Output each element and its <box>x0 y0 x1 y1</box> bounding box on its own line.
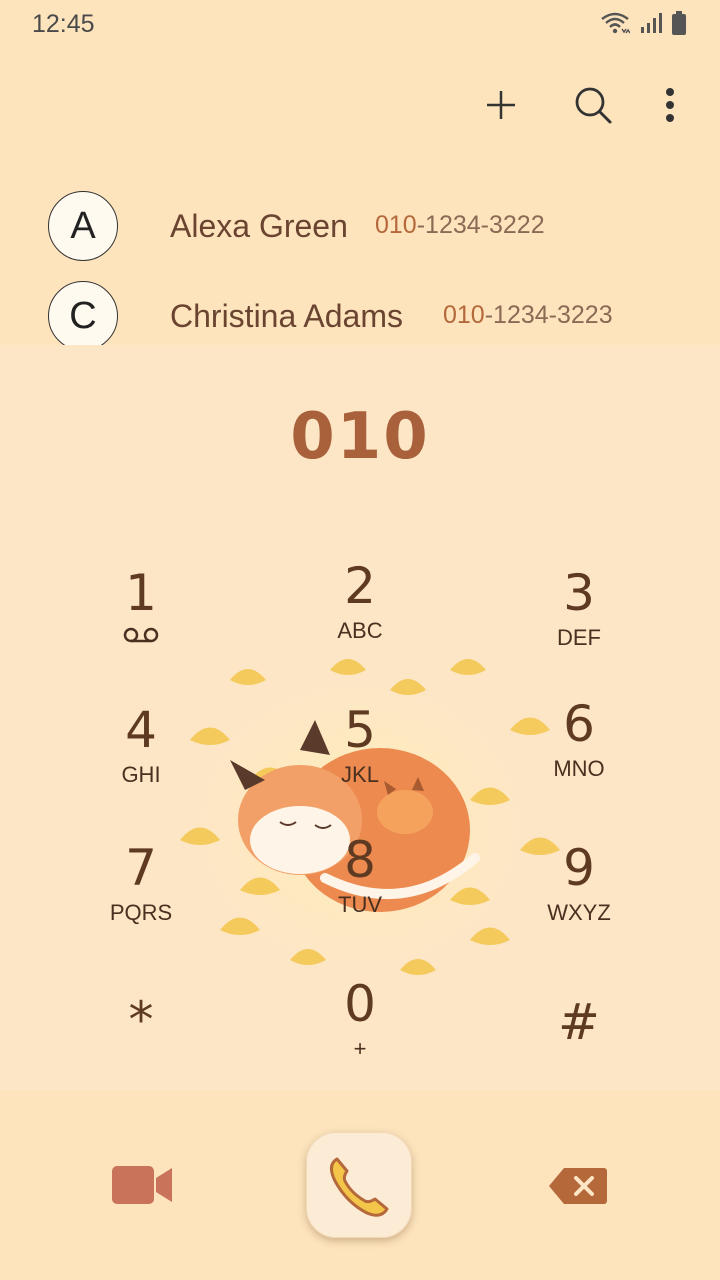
key-8[interactable]: 8 TUV <box>285 830 435 950</box>
key-letters: WXYZ <box>547 900 611 925</box>
contact-name: Christina Adams <box>170 298 403 334</box>
phone-icon <box>330 1157 389 1217</box>
status-time: 12:45 <box>32 10 95 38</box>
key-digit: 7 <box>125 839 157 897</box>
video-call-icon <box>112 1166 172 1204</box>
more-options-button[interactable] <box>660 80 680 130</box>
status-bar: 12:45 <box>0 0 720 50</box>
more-vert-icon <box>666 88 674 122</box>
key-digit: 8 <box>344 831 376 889</box>
key-digit: * <box>128 991 154 1049</box>
signal-icon <box>641 13 662 33</box>
key-letters: + <box>353 1036 367 1061</box>
key-6[interactable]: 6 MNO <box>504 694 654 814</box>
key-letters: GHI <box>121 762 161 787</box>
video-call-button[interactable] <box>110 1160 174 1210</box>
backspace-icon <box>549 1168 607 1204</box>
call-button[interactable] <box>306 1132 412 1238</box>
number-rest: -1234-3222 <box>416 211 545 239</box>
search-button[interactable] <box>568 80 618 130</box>
wifi-icon <box>601 12 630 34</box>
key-digit: 6 <box>563 695 595 753</box>
backspace-button[interactable] <box>548 1166 608 1206</box>
key-letters: TUV <box>338 892 382 917</box>
key-digit: # <box>558 993 600 1051</box>
key-digit: 5 <box>344 701 376 759</box>
key-letters: JKL <box>341 762 379 787</box>
number-rest: -1234-3223 <box>484 301 613 329</box>
dialed-number[interactable]: 010 <box>0 400 720 474</box>
key-digit: 9 <box>563 839 595 897</box>
add-icon <box>487 91 515 119</box>
avatar: C <box>48 281 118 351</box>
key-letters: ABC <box>337 618 383 643</box>
key-digit: 1 <box>125 564 157 622</box>
contact-number: 010-1234-3222 <box>375 211 545 240</box>
key-3[interactable]: 3 DEF <box>504 563 654 683</box>
add-contact-button[interactable] <box>476 80 526 130</box>
contact-number: 010-1234-3223 <box>443 301 613 330</box>
number-match: 010 <box>443 301 485 329</box>
number-match: 010 <box>375 211 417 239</box>
toolbar <box>476 80 680 130</box>
contact-name: Alexa Green <box>170 208 348 244</box>
key-letters: DEF <box>557 625 601 650</box>
key-0[interactable]: 0 + <box>285 974 435 1094</box>
key-digit: 3 <box>563 564 595 622</box>
voicemail-icon <box>66 625 216 651</box>
search-icon <box>575 87 612 124</box>
contact-suggestion[interactable]: A Alexa Green 010-1234-3222 <box>0 186 720 266</box>
key-digit: 4 <box>125 701 157 759</box>
key-5[interactable]: 5 JKL <box>285 700 435 820</box>
avatar: A <box>48 191 118 261</box>
key-letters: PQRS <box>109 900 173 925</box>
key-1[interactable]: 1 <box>66 563 216 683</box>
key-digit: 2 <box>344 557 376 615</box>
key-letters: MNO <box>553 756 605 781</box>
status-icons <box>600 11 686 35</box>
key-9[interactable]: 9 WXYZ <box>504 838 654 958</box>
battery-icon <box>672 11 686 35</box>
key-2[interactable]: 2 ABC <box>285 556 435 676</box>
key-7[interactable]: 7 PQRS <box>66 838 216 958</box>
contact-suggestion[interactable]: C Christina Adams 010-1234-3223 <box>0 276 720 356</box>
key-4[interactable]: 4 GHI <box>66 700 216 820</box>
key-digit: 0 <box>344 975 376 1033</box>
